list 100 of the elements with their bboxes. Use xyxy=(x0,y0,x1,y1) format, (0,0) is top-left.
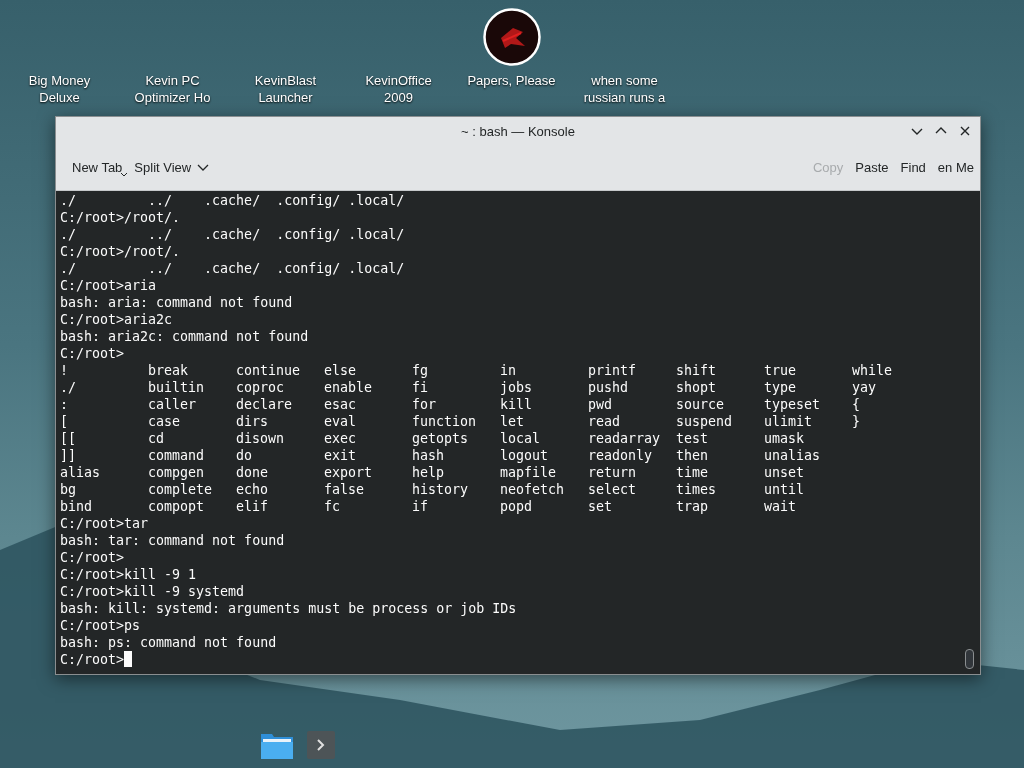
completion-item: local xyxy=(500,430,541,447)
completion-item: unalias xyxy=(764,447,821,464)
completion-item: eval xyxy=(324,413,357,430)
completion-item: fc xyxy=(324,498,340,515)
toolbar-button[interactable]: Find xyxy=(894,156,932,179)
desktop-icon-label[interactable]: KevinOffice 2009 xyxy=(349,72,448,106)
desktop-icon-label[interactable]: Papers, Please xyxy=(462,72,561,89)
completion-item: trap xyxy=(676,498,709,515)
desktop-icon-label[interactable]: when some russian runs a xyxy=(575,72,674,106)
completion-item: case xyxy=(148,413,181,430)
terminal-line: bash: aria: command not found xyxy=(60,294,293,311)
terminal-line: C:/root>tar xyxy=(60,515,149,532)
completion-item: compgen xyxy=(148,464,205,481)
terminal-line: bash: tar: command not found xyxy=(60,532,285,549)
completion-item: printf xyxy=(588,362,637,379)
completion-item: type xyxy=(764,379,797,396)
completion-item: if xyxy=(412,498,428,515)
toolbar-button[interactable]: en Me xyxy=(931,156,980,179)
terminal-prompt: C:/root> xyxy=(60,651,125,668)
terminal-line: ./ ../ .cache/ .config/ .local/ xyxy=(60,260,405,277)
terminal-line: bash: aria2c: command not found xyxy=(60,328,309,345)
completion-item: times xyxy=(676,481,717,498)
completion-item: in xyxy=(500,362,516,379)
desktop-icon-label[interactable]: Big Money Deluxe xyxy=(10,72,109,106)
completion-item: readonly xyxy=(588,447,653,464)
caret-icon xyxy=(121,173,128,177)
completion-item: bg xyxy=(60,481,76,498)
terminal-line: C:/root>kill -9 systemd xyxy=(60,583,245,600)
completion-item: shift xyxy=(676,362,717,379)
completion-item: fi xyxy=(412,379,428,396)
completion-item: typeset xyxy=(764,396,821,413)
completion-item: yay xyxy=(852,379,877,396)
completion-item: shopt xyxy=(676,379,717,396)
completion-item: return xyxy=(588,464,637,481)
completion-item: pwd xyxy=(588,396,613,413)
completion-item: coproc xyxy=(236,379,285,396)
terminal-line: C:/root>/root/. xyxy=(60,209,181,226)
completion-item: command xyxy=(148,447,205,464)
terminal-line: bash: ps: command not found xyxy=(60,634,277,651)
completion-item: wait xyxy=(764,498,797,515)
scrollbar-handle[interactable] xyxy=(965,649,974,669)
completion-item: umask xyxy=(764,430,805,447)
completion-item: builtin xyxy=(148,379,205,396)
completion-item: select xyxy=(588,481,637,498)
completion-item: dirs xyxy=(236,413,269,430)
completion-item: compopt xyxy=(148,498,205,515)
completion-item: alias xyxy=(60,464,101,481)
terminal-line: bash: kill: systemd: arguments must be process or job IDs xyxy=(60,600,517,617)
completion-item: read xyxy=(588,413,621,430)
terminal-line: ./ ../ .cache/ .config/ .local/ xyxy=(60,226,405,243)
completion-item: exit xyxy=(324,447,357,464)
completion-item: pushd xyxy=(588,379,629,396)
completion-item: then xyxy=(676,447,709,464)
text-cursor xyxy=(124,651,133,667)
completion-item: logout xyxy=(500,447,549,464)
terminal-line: C:/root>/root/. xyxy=(60,243,181,260)
toolbar-button[interactable]: New Tab xyxy=(66,156,129,179)
completion-item: neofetch xyxy=(500,481,565,498)
completion-item: esac xyxy=(324,396,357,413)
completion-item: } xyxy=(852,413,860,430)
completion-item: continue xyxy=(236,362,301,379)
desktop-icon-label[interactable]: Kevin PC Optimizer Ho xyxy=(123,72,222,106)
app-icon[interactable] xyxy=(482,8,541,66)
completion-item: enable xyxy=(324,379,373,396)
completion-item: fg xyxy=(412,362,428,379)
completion-item: suspend xyxy=(676,413,733,430)
completion-item: bind xyxy=(60,498,93,515)
chevron-down-icon xyxy=(197,163,210,172)
completion-item: readarray xyxy=(588,430,661,447)
completion-item: test xyxy=(676,430,709,447)
completion-item: while xyxy=(852,362,893,379)
completion-item: hash xyxy=(412,447,445,464)
window-title: ~ : bash — Konsole xyxy=(461,123,575,139)
completion-item: cd xyxy=(148,430,164,447)
completion-item: unset xyxy=(764,464,805,481)
toolbar-button[interactable]: Split View xyxy=(128,156,216,179)
terminal-line: C:/root> xyxy=(60,549,125,566)
terminal-line: C:/root>kill -9 1 xyxy=(60,566,197,583)
completion-item: [ xyxy=(60,413,68,430)
completion-item: break xyxy=(148,362,189,379)
desktop-icon-label[interactable]: KevinBlast Launcher xyxy=(236,72,335,106)
completion-item: true xyxy=(764,362,797,379)
completion-item: else xyxy=(324,362,357,379)
toolbar-button[interactable]: Paste xyxy=(849,156,895,179)
terminal-line: C:/root>ps xyxy=(60,617,141,634)
terminal-line: C:/root> xyxy=(60,345,125,362)
terminal-icon[interactable] xyxy=(307,731,335,759)
completion-item: ! xyxy=(60,362,68,379)
completion-item: [[ xyxy=(60,430,76,447)
completion-item: false xyxy=(324,481,365,498)
completion-item: { xyxy=(852,396,860,413)
terminal-line: C:/root>aria xyxy=(60,277,157,294)
completion-item: do xyxy=(236,447,252,464)
folder-icon[interactable] xyxy=(261,731,293,759)
terminal-line: ./ ../ .cache/ .config/ .local/ xyxy=(60,192,405,209)
completion-item: ]] xyxy=(60,447,76,464)
completion-item: kill xyxy=(500,396,533,413)
completion-item: echo xyxy=(236,481,269,498)
completion-item: disown xyxy=(236,430,285,447)
completion-item: source xyxy=(676,396,725,413)
